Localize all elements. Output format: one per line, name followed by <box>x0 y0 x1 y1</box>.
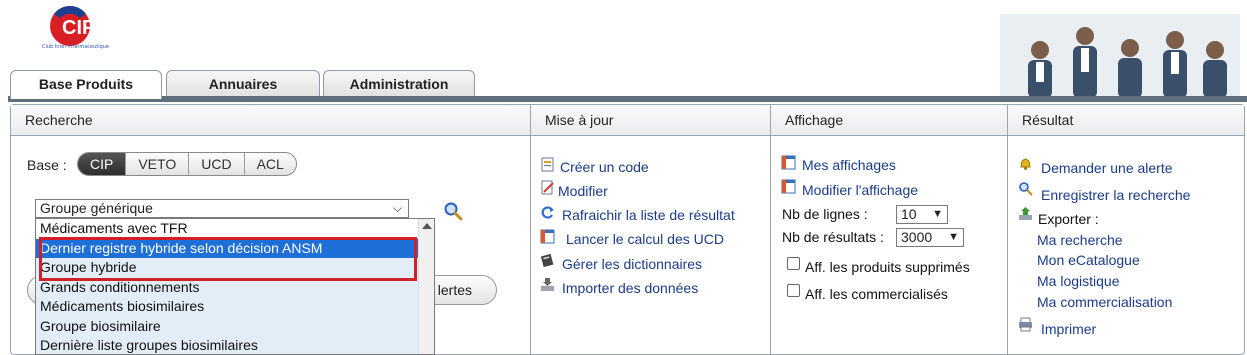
dropdown-option[interactable]: Médicaments biosimilaires <box>36 297 434 317</box>
enregistrer-recherche-link[interactable]: Enregistrer la recherche <box>1041 187 1190 203</box>
alertes-button-label: lertes <box>437 282 472 298</box>
dropdown-option[interactable]: Groupe biosimilaire <box>36 316 434 336</box>
display-table-icon <box>781 155 796 170</box>
tab-annuaires[interactable]: Annuaires <box>166 70 320 98</box>
dropdown-option[interactable]: Médicaments avec TFR <box>36 219 434 239</box>
mise-a-jour-header: Mise à jour <box>531 105 770 136</box>
export-icon <box>1019 207 1032 220</box>
base-option-veto[interactable]: VETO <box>126 153 190 175</box>
export-mon-ecatalogue-link[interactable]: Mon eCatalogue <box>1037 252 1140 268</box>
chevron-down-icon: ▼ <box>948 231 959 243</box>
base-option-acl[interactable]: ACL <box>245 153 296 175</box>
dropdown-scrollbar[interactable] <box>418 219 434 354</box>
nb-resultats-value: 3000 <box>901 229 933 245</box>
creer-code-link[interactable]: Créer un code <box>560 159 649 175</box>
export-ma-recherche-link[interactable]: Ma recherche <box>1037 232 1123 248</box>
importer-donnees-link[interactable]: Importer des données <box>562 280 698 296</box>
nb-resultats-select[interactable]: 3000 ▼ <box>896 228 964 247</box>
resultat-header: Résultat <box>1008 105 1244 136</box>
chevron-down-icon: ▼ <box>932 208 943 220</box>
modifier-link[interactable]: Modifier <box>558 183 608 199</box>
recherche-header: Recherche <box>11 105 530 136</box>
resultat-section: Résultat Demander une alerte Enregistrer… <box>1008 105 1244 354</box>
rafraichir-liste-link[interactable]: Rafraichir la liste de résultat <box>562 207 735 223</box>
base-selector: CIP VETO UCD ACL <box>77 152 297 176</box>
lancer-calcul-ucd-link[interactable]: Lancer le calcul des UCD <box>566 231 724 247</box>
export-ma-commercialisation-link[interactable]: Ma commercialisation <box>1037 294 1172 310</box>
search-icon[interactable] <box>443 201 463 221</box>
tab-administration[interactable]: Administration <box>323 70 475 98</box>
callout-highlight-box <box>39 237 417 281</box>
nb-lignes-value: 10 <box>901 206 917 222</box>
dictionary-icon <box>540 253 554 268</box>
main-panel: Recherche Base : CIP VETO UCD ACL lertes… <box>10 104 1245 355</box>
base-label: Base : <box>27 157 67 173</box>
chevron-down-icon: ⌵ <box>392 201 402 215</box>
nb-lignes-select[interactable]: 10 ▼ <box>896 205 948 224</box>
aff-commercialises-checkbox[interactable] <box>787 284 800 297</box>
tab-base-produits[interactable]: Base Produits <box>10 70 162 99</box>
mes-affichages-link[interactable]: Mes affichages <box>802 157 896 173</box>
save-search-icon <box>1019 182 1033 196</box>
team-banner-image <box>1000 14 1240 98</box>
affichage-header: Affichage <box>771 105 1007 136</box>
import-icon <box>541 278 554 291</box>
recherche-section: Recherche Base : CIP VETO UCD ACL lertes… <box>11 105 531 355</box>
nb-resultats-label: Nb de résultats : <box>782 229 884 245</box>
nb-lignes-label: Nb de lignes : <box>782 206 868 222</box>
imprimer-link[interactable]: Imprimer <box>1041 321 1096 337</box>
criteria-select-value: Groupe générique <box>40 200 153 216</box>
base-option-ucd[interactable]: UCD <box>189 153 245 175</box>
export-ma-logistique-link[interactable]: Ma logistique <box>1037 273 1120 289</box>
refresh-icon <box>541 206 554 219</box>
aff-commercialises-label: Aff. les commercialisés <box>805 286 948 302</box>
svg-text:CIP: CIP <box>62 17 95 39</box>
logo-subtitle: Club Inter Pharmaceutique <box>42 44 110 50</box>
demander-alerte-link[interactable]: Demander une alerte <box>1041 160 1173 176</box>
dropdown-option[interactable]: Dernière liste groupes biosimilaires <box>36 336 434 354</box>
table-calc-icon <box>540 229 555 244</box>
scroll-up-arrow-icon[interactable] <box>422 223 432 229</box>
base-option-cip[interactable]: CIP <box>78 153 127 175</box>
exporter-label: Exporter : <box>1038 211 1099 227</box>
affichage-section: Affichage Mes affichages Modifier l'affi… <box>771 105 1008 354</box>
aff-supprimes-label: Aff. les produits supprimés <box>805 259 970 275</box>
edit-display-icon <box>781 179 796 194</box>
modifier-affichage-link[interactable]: Modifier l'affichage <box>802 182 918 198</box>
bell-icon <box>1020 158 1031 170</box>
printer-icon <box>1019 317 1032 332</box>
criteria-select[interactable]: Groupe générique ⌵ <box>35 199 409 218</box>
aff-supprimes-checkbox[interactable] <box>787 257 800 270</box>
gerer-dictionnaires-link[interactable]: Gérer les dictionnaires <box>562 256 702 272</box>
new-document-icon <box>541 157 554 172</box>
edit-document-icon <box>541 180 554 195</box>
mise-a-jour-section: Mise à jour Créer un code Modifier Rafra… <box>531 105 771 354</box>
tab-divider <box>8 96 1247 102</box>
